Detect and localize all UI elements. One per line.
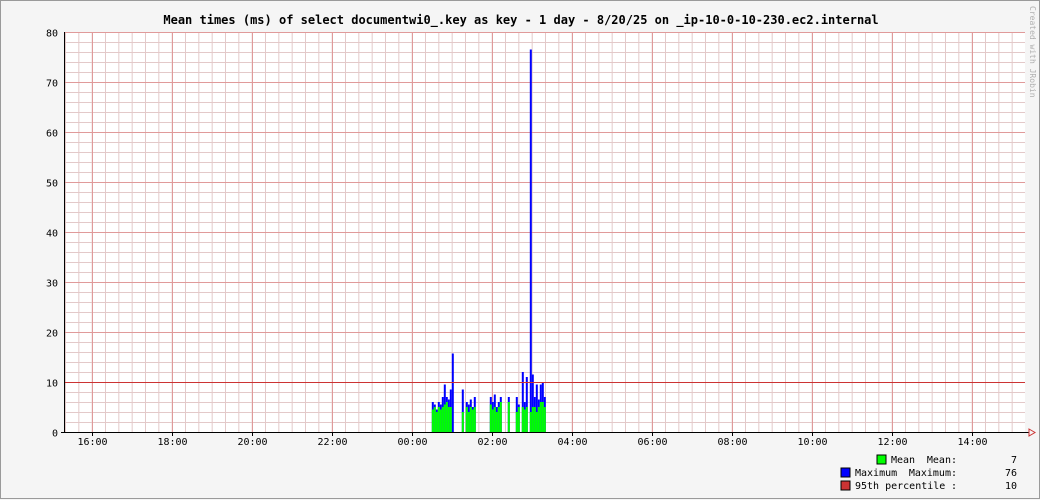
mean-bar	[533, 407, 536, 432]
mean-bar	[489, 404, 492, 432]
mean-bar	[465, 407, 468, 432]
x-tick-label: 16:00	[77, 437, 107, 448]
mean-bar	[525, 407, 528, 432]
mean-bar	[539, 402, 542, 432]
legend: Mean Mean: 7 Maximum Maximum: 76 95th percenti…	[840, 454, 1017, 492]
legend-stat-label: :	[951, 481, 957, 492]
mean-bar	[439, 409, 442, 432]
mean-bar	[495, 412, 498, 432]
legend-stat-label: Mean:	[927, 455, 957, 466]
legend-value: 10	[1005, 481, 1017, 492]
x-tick-label: 00:00	[397, 437, 427, 448]
mean-bar	[449, 407, 452, 432]
x-tick-label: 18:00	[157, 437, 187, 448]
legend-stat-label: Maximum:	[909, 468, 957, 479]
legend-label: Maximum	[855, 468, 897, 479]
mean-bar	[445, 402, 448, 432]
mean-bar	[431, 409, 434, 432]
mean-bar	[469, 407, 472, 432]
mean-bar	[471, 409, 474, 432]
chart-frame: Mean times (ms) of select documentwi0_.k…	[0, 0, 1040, 499]
legend-value: 76	[1005, 468, 1017, 479]
chart-svg: Mean times (ms) of select documentwi0_.k…	[46, 6, 1037, 492]
mean-bar	[461, 412, 464, 432]
mean-bar	[515, 412, 518, 432]
mean-bar	[521, 407, 524, 432]
mean-bar	[535, 412, 538, 432]
legend-value: 7	[1011, 455, 1017, 466]
x-tick-label: 12:00	[877, 437, 907, 448]
mean-bar	[517, 407, 520, 432]
mean-bar	[443, 404, 446, 432]
x-tick-label: 22:00	[317, 437, 347, 448]
x-tick-label: 20:00	[237, 437, 267, 448]
mean-bar	[491, 409, 494, 432]
y-tick-label: 60	[46, 129, 58, 140]
mean-bar	[497, 407, 500, 432]
mean-bar	[441, 407, 444, 432]
mean-bar	[467, 412, 470, 432]
x-tick-label: 14:00	[957, 437, 987, 448]
chart-title: Mean times (ms) of select documentwi0_.k…	[163, 13, 878, 28]
mean-bar	[435, 412, 438, 432]
x-tick-label: 04:00	[557, 437, 587, 448]
y-tick-label: 40	[46, 229, 58, 240]
legend-swatch	[876, 454, 887, 465]
mean-bar	[447, 407, 450, 432]
legend-swatch	[840, 467, 851, 478]
y-tick-label: 10	[46, 379, 58, 390]
x-tick-label: 02:00	[477, 437, 507, 448]
mean-bar	[437, 407, 440, 432]
legend-swatch	[840, 480, 851, 491]
y-tick-label: 20	[46, 329, 58, 340]
x-tick-label: 08:00	[717, 437, 747, 448]
x-axis-arrow	[1028, 428, 1036, 437]
y-tick-label: 50	[46, 179, 58, 190]
y-tick-label: 0	[52, 429, 58, 440]
mean-bar	[537, 407, 540, 432]
x-tick-label: 06:00	[637, 437, 667, 448]
y-tick-label: 70	[46, 79, 58, 90]
maximum-bar	[529, 49, 532, 432]
mean-bar	[541, 402, 544, 432]
mean-bar	[473, 407, 476, 432]
mean-bar	[531, 407, 534, 432]
maximum-bar	[451, 353, 454, 432]
mean-bar	[433, 407, 436, 432]
chart-credit: Created with JRobin	[1028, 6, 1037, 98]
mean-bar	[507, 402, 510, 432]
legend-label: 95th percentile	[855, 481, 945, 492]
mean-bar	[543, 407, 546, 432]
y-tick-label: 80	[46, 29, 58, 40]
mean-bar	[499, 402, 502, 432]
mean-bar	[493, 407, 496, 432]
y-tick-label: 30	[46, 279, 58, 290]
mean-bar	[523, 409, 526, 432]
x-tick-label: 10:00	[797, 437, 827, 448]
legend-label: Mean	[891, 455, 915, 466]
mean-bar	[529, 412, 532, 432]
